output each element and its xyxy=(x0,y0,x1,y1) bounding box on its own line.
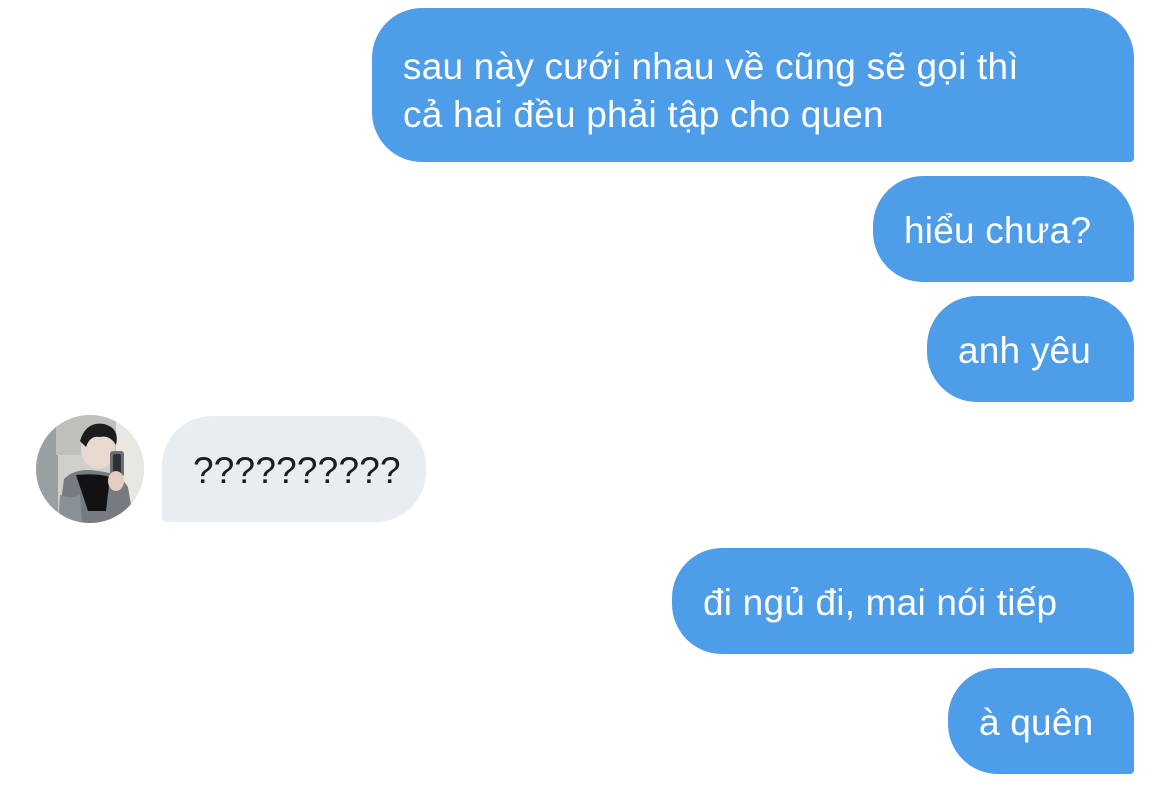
message-text-line: anh yêu xyxy=(958,330,1092,371)
message-text-line: cả hai đều phải tập cho quen xyxy=(403,94,884,135)
sent-message[interactable]: đi ngủ đi, mai nói tiếp xyxy=(672,548,1134,654)
contact-avatar[interactable] xyxy=(36,415,144,523)
message-text-line: sau này cưới nhau về cũng sẽ gọi thì xyxy=(403,46,1019,87)
received-message[interactable]: ?????????? xyxy=(162,416,426,522)
message-text-line: đi ngủ đi, mai nói tiếp xyxy=(703,582,1058,623)
sent-message[interactable]: sau này cưới nhau về cũng sẽ gọi thì cả … xyxy=(372,8,1134,162)
sent-message[interactable]: hiểu chưa? xyxy=(873,176,1134,282)
message-text-line: à quên xyxy=(979,702,1094,743)
avatar-photo-icon xyxy=(36,415,144,523)
message-thread: sau này cưới nhau về cũng sẽ gọi thì cả … xyxy=(0,0,1170,785)
message-text-line: hiểu chưa? xyxy=(904,210,1092,251)
sent-message[interactable]: anh yêu xyxy=(927,296,1134,402)
message-text-line: ?????????? xyxy=(193,450,401,491)
sent-message[interactable]: à quên xyxy=(948,668,1134,774)
